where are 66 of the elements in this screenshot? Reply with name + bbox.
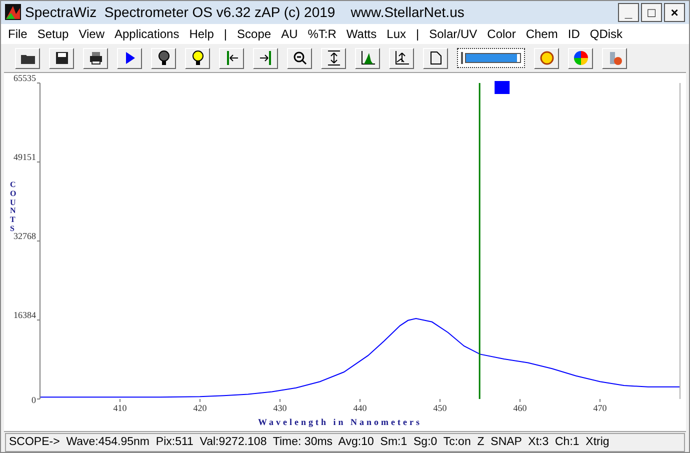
menu-item[interactable]: Solar/UV [429, 25, 478, 44]
vertical-scale-icon [326, 50, 342, 66]
window-control[interactable]: _ [618, 2, 639, 22]
print-icon [88, 50, 104, 66]
toolbar-button[interactable] [253, 48, 278, 69]
level-meter[interactable] [457, 48, 525, 68]
y-tick-label: 49151 [14, 152, 36, 162]
peak-chart-icon [360, 50, 376, 66]
toolbar-button[interactable] [389, 48, 414, 69]
save-icon [54, 50, 70, 66]
menu-item[interactable]: Lux [386, 25, 406, 44]
menu-item[interactable]: | [224, 25, 228, 44]
menu-item[interactable]: QDisk [590, 25, 623, 44]
toolbar-button[interactable] [185, 48, 210, 69]
bulb-icon [156, 50, 172, 66]
color-wheel-icon [572, 50, 588, 66]
menu-item[interactable]: Watts [346, 25, 377, 44]
window-title: SpectraWiz Spectrometer OS v6.32 zAP (c) 2019 www.StellarNet.us [25, 2, 466, 22]
x-axis-title: Wavelength in Nanometers [258, 417, 422, 427]
toolbar-button[interactable] [83, 48, 108, 69]
sun-icon [538, 50, 554, 66]
cursor-marker [494, 81, 510, 94]
toolbar-button[interactable] [49, 48, 74, 69]
x-tick-label: 430 [273, 403, 287, 413]
toolbar-button[interactable] [287, 48, 312, 69]
chart-up-icon [394, 50, 410, 66]
menu-item[interactable]: Help [189, 25, 214, 44]
menu-item[interactable]: ID [568, 25, 580, 44]
menu-item[interactable]: Chem [526, 25, 558, 44]
toolbar-button[interactable] [151, 48, 176, 69]
toolbar-button[interactable] [117, 48, 142, 69]
menu-item[interactable]: Applications [114, 25, 180, 44]
y-tick-label: 65535 [14, 73, 36, 83]
right-marker-icon [258, 50, 274, 66]
toolbar-button[interactable] [355, 48, 380, 69]
window-control[interactable]: □ [641, 2, 662, 22]
menu-item[interactable]: Setup [37, 25, 69, 44]
menu-item[interactable]: Scope [237, 25, 272, 44]
y-axis-title: COUNTS [10, 181, 18, 233]
x-tick-label: 410 [113, 403, 127, 413]
toolbar-button[interactable] [423, 48, 448, 69]
toolbar-button[interactable] [568, 48, 593, 69]
menu-item[interactable]: Color [487, 25, 516, 44]
app-icon [5, 4, 21, 20]
status-bar: SCOPE-> Wave:454.95nm Pix:511 Val:9272.108 Time: 30ms Avg:10 Sm:1 Sg:0 Tc:on Z SNAP Xt:3 Ch:1 Xtrig [5, 433, 685, 452]
page-icon [428, 50, 444, 66]
bulb-icon [190, 50, 206, 66]
x-tick-label: 450 [433, 403, 447, 413]
menu-item[interactable]: File [8, 25, 28, 44]
toolbar-button[interactable] [219, 48, 244, 69]
cursor-line[interactable] [478, 83, 480, 399]
toolbar-button[interactable] [15, 48, 40, 69]
y-tick-label: 0 [32, 395, 36, 405]
menu-item[interactable]: %T:R [308, 25, 336, 44]
y-tick-label: 32768 [14, 231, 36, 241]
x-tick-label: 420 [193, 403, 207, 413]
zoom-out-icon [292, 50, 308, 66]
menu-item[interactable]: AU [281, 25, 298, 44]
x-tick-label: 440 [353, 403, 367, 413]
x-tick-label: 470 [593, 403, 607, 413]
x-tick-label: 460 [513, 403, 527, 413]
menu-item[interactable]: View [78, 25, 104, 44]
toolbar-button[interactable] [321, 48, 346, 69]
y-tick-label: 16384 [14, 310, 36, 320]
window-control[interactable]: × [664, 2, 685, 22]
menu-item[interactable]: | [416, 25, 420, 44]
